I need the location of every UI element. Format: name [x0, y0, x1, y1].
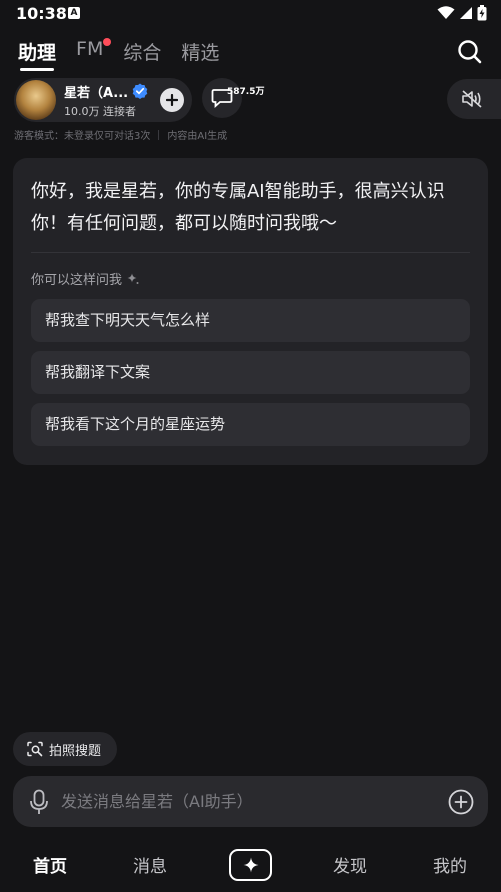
nav-mine[interactable]: 我的: [433, 852, 467, 877]
nav-discover[interactable]: 发现: [333, 852, 367, 877]
avatar[interactable]: [16, 80, 56, 120]
top-tabs: 助理 FM 综合 精选: [18, 38, 239, 71]
suggest-title-label: 你可以这样问我: [31, 273, 123, 288]
tab-fm-label: FM: [76, 38, 104, 60]
speaker-muted-icon: [462, 90, 482, 108]
tab-general[interactable]: 综合: [123, 38, 161, 70]
tab-assistant[interactable]: 助理: [18, 38, 57, 71]
divider: [158, 129, 160, 140]
photo-search-button[interactable]: 拍照搜题: [13, 732, 117, 766]
tab-featured-label: 精选: [181, 42, 220, 64]
message-input-bar: [13, 776, 488, 827]
tab-fm[interactable]: FM: [76, 38, 112, 70]
nav-messages[interactable]: 消息: [133, 852, 167, 877]
plus-circle-icon[interactable]: [448, 789, 474, 815]
plus-icon: [166, 94, 178, 106]
agent-connections: 10.0万 连接者: [64, 104, 136, 118]
sparkle-icon: [243, 857, 258, 873]
divider: [31, 252, 470, 253]
guest-mode-text: 游客模式：未登录仅可对话3次: [14, 131, 151, 142]
battery-icon: [477, 5, 487, 21]
agent-name: 星若（A...: [64, 85, 129, 101]
status-icons: [437, 5, 487, 21]
suggest-title: 你可以这样问我: [31, 269, 139, 288]
nav-create-button[interactable]: [229, 849, 272, 881]
message-input[interactable]: [61, 792, 448, 811]
photo-search-icon: [27, 741, 43, 757]
photo-search-label: 拍照搜题: [49, 743, 102, 759]
notice-line: 游客模式：未登录仅可对话3次 内容由AI生成: [14, 127, 227, 142]
mute-button[interactable]: [447, 79, 501, 119]
tab-general-label: 综合: [123, 42, 162, 64]
suggestion-item-weather[interactable]: 帮我查下明天天气怎么样: [31, 299, 470, 342]
bottom-navigation: 首页 消息 发现 我的: [0, 840, 501, 888]
wifi-icon: [437, 6, 455, 19]
microphone-icon[interactable]: [29, 789, 49, 815]
notification-dot: [103, 38, 112, 46]
search-icon: [458, 40, 482, 64]
suggestion-item-horoscope[interactable]: 帮我看下这个月的星座运势: [31, 403, 470, 446]
tab-assistant-label: 助理: [18, 42, 57, 64]
agent-profile-card[interactable]: 星若（A... 10.0万 连接者: [14, 78, 192, 122]
ai-generated-notice: 内容由AI生成: [167, 131, 228, 142]
agent-name-row: 星若（A...: [64, 82, 148, 101]
suggestion-item-translate[interactable]: 帮我翻译下文案: [31, 351, 470, 394]
add-agent-button[interactable]: [160, 88, 184, 112]
agent-info: 星若（A... 10.0万 连接者: [64, 82, 148, 119]
verified-badge-icon: [132, 83, 148, 99]
nav-home[interactable]: 首页: [33, 852, 67, 877]
status-time: 10:38: [16, 4, 67, 23]
greeting-message: 你好，我是星若，你的专属AI智能助手，很高兴认识你！有任何问题，都可以随时问我哦…: [31, 181, 445, 234]
chat-welcome-card: 你好，我是星若，你的专属AI智能助手，很高兴认识你！有任何问题，都可以随时问我哦…: [13, 158, 488, 465]
app-notification-icon: A: [68, 7, 80, 19]
sparkle-icon: [127, 273, 139, 284]
status-bar: 10:38 A: [0, 0, 501, 28]
search-button[interactable]: [457, 39, 483, 65]
tab-featured[interactable]: 精选: [181, 38, 219, 70]
comment-count: 587.5万: [227, 87, 265, 97]
signal-icon: [460, 7, 472, 19]
